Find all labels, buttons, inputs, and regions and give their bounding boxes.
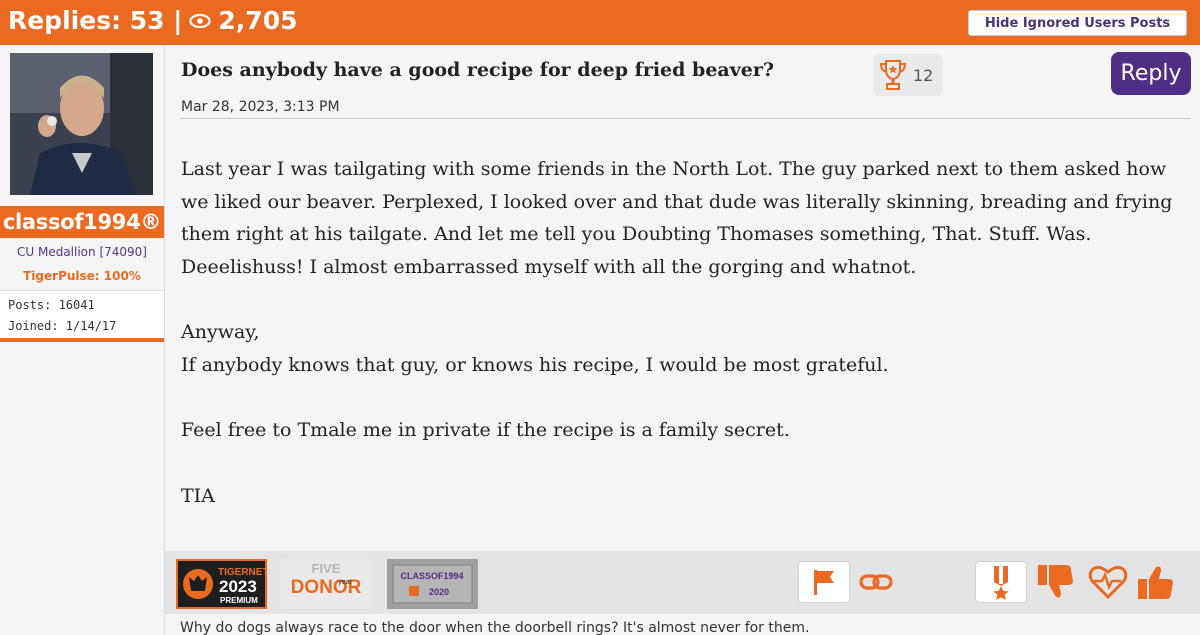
- post-date: Mar 28, 2023, 3:13 PM: [181, 99, 340, 115]
- username[interactable]: classof1994®: [0, 206, 164, 238]
- post-paragraph: Last year I was tailgating with some fri…: [181, 158, 1173, 278]
- hide-ignored-users-button[interactable]: Hide Ignored Users Posts: [968, 10, 1187, 36]
- heart-pulse-icon: [1088, 565, 1128, 600]
- post-footer-bar: TIGERNET 2023 PREMIUM FIVE DONOR year CL…: [165, 551, 1200, 614]
- reply-button[interactable]: Reply: [1111, 52, 1191, 95]
- badge-text: 2023: [219, 577, 257, 596]
- report-flag-button[interactable]: [798, 561, 850, 603]
- user-info-panel: classof1994® CU Medallion [74090] TigerP…: [0, 45, 165, 635]
- class-of-1994-badge[interactable]: CLASSOF1994 2020: [387, 559, 478, 609]
- award-medal-button[interactable]: [975, 561, 1027, 603]
- thumbs-down-icon: [1038, 565, 1073, 598]
- post-paragraph: If anybody knows that guy, or knows his …: [181, 353, 889, 376]
- flag-icon: [814, 570, 834, 595]
- post-body: Last year I was tailgating with some fri…: [181, 153, 1191, 512]
- eye-icon: [189, 13, 212, 28]
- post-title: Does anybody have a good recipe for deep…: [181, 59, 774, 81]
- trophy-count: 12: [913, 65, 934, 85]
- tigerpulse-rating: TigerPulse: 100%: [23, 269, 141, 283]
- heart-button[interactable]: [1082, 561, 1134, 603]
- post-paragraph: Feel free to Tmale me in private if the …: [181, 419, 790, 441]
- badge-text: FIVE: [312, 561, 341, 576]
- post-paragraph: TIA: [181, 484, 215, 507]
- thumbs-up-icon: [1138, 566, 1173, 599]
- post-count: Posts: 16041: [8, 298, 95, 312]
- badge-text: year: [338, 579, 352, 586]
- user-stats: Posts: 16041 Joined: 1/14/17: [0, 290, 164, 342]
- thread-header-bar: Replies: 53 | 2,705 Hide Ignored Users P…: [0, 0, 1200, 45]
- join-date: Joined: 1/14/17: [8, 319, 117, 333]
- avatar-image: [10, 53, 153, 195]
- medal-icon: [993, 566, 1009, 600]
- five-year-donor-badge[interactable]: FIVE DONOR year: [281, 559, 372, 609]
- trophy-icon: [879, 60, 907, 90]
- replies-count: Replies: 53 |: [8, 6, 183, 35]
- tigernet-premium-badge[interactable]: TIGERNET 2023 PREMIUM: [176, 559, 267, 609]
- link-icon: [859, 574, 893, 590]
- thumbs-up-button[interactable]: [1130, 561, 1182, 603]
- trophy-count-chip[interactable]: 12: [873, 54, 943, 96]
- badge-text: 2020: [429, 587, 449, 597]
- thread-stats: Replies: 53 | 2,705: [8, 6, 297, 35]
- post-paragraph: Anyway,: [181, 321, 260, 343]
- user-signature: Why do dogs always race to the door when…: [180, 620, 810, 635]
- post-content: Does anybody have a good recipe for deep…: [165, 45, 1200, 635]
- views-count: 2,705: [218, 6, 298, 35]
- divider: [180, 118, 1190, 119]
- medallion-status[interactable]: CU Medallion [74090]: [0, 245, 164, 259]
- permalink-button[interactable]: [850, 561, 902, 603]
- avatar[interactable]: [10, 53, 153, 195]
- thumbs-down-button[interactable]: [1030, 561, 1082, 603]
- badge-text: PREMIUM: [220, 596, 258, 605]
- badge-text: CLASSOF1994: [400, 571, 463, 581]
